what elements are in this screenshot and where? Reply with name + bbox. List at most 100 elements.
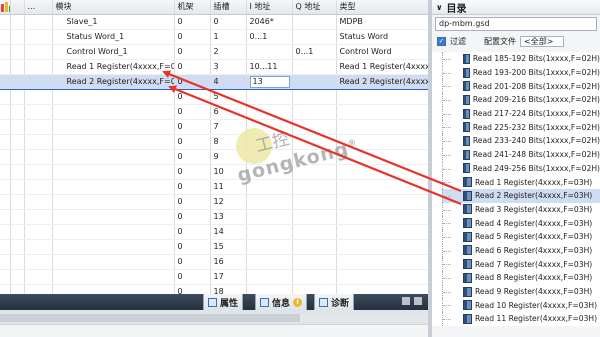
rack-cell[interactable]: 0 bbox=[174, 134, 211, 150]
rack-cell[interactable]: 0 bbox=[174, 29, 211, 45]
module-cell[interactable] bbox=[52, 89, 175, 105]
q-address-cell[interactable] bbox=[292, 224, 337, 240]
type-cell[interactable] bbox=[336, 194, 428, 210]
rack-cell[interactable]: 0 bbox=[174, 73, 211, 90]
type-cell[interactable] bbox=[336, 224, 428, 240]
catalog-list-item[interactable]: Read 11 Register(4xxxx,F=03H) bbox=[442, 312, 600, 326]
type-cell[interactable]: MDPB bbox=[336, 14, 428, 30]
slot-cell[interactable]: 0 bbox=[210, 14, 247, 30]
table-row[interactable]: Read 1 Register(4xxxx,F=03H)0310...11Rea… bbox=[0, 59, 428, 75]
i-address-cell[interactable] bbox=[246, 254, 293, 270]
catalog-list-item[interactable]: Read 9 Register(4xxxx,F=03H) bbox=[442, 284, 600, 299]
catalog-list-item[interactable]: Read 209-216 Bits(1xxxx,F=02H) bbox=[442, 93, 600, 107]
rack-cell[interactable]: 0 bbox=[174, 224, 211, 240]
slot-cell[interactable]: 3 bbox=[210, 59, 247, 75]
rack-cell[interactable]: 0 bbox=[174, 14, 211, 30]
module-cell[interactable] bbox=[52, 194, 175, 210]
table-row[interactable]: 08 bbox=[0, 134, 428, 150]
q-address-cell[interactable] bbox=[292, 119, 337, 135]
q-address-cell[interactable] bbox=[292, 284, 337, 294]
type-cell[interactable] bbox=[336, 239, 428, 255]
i-address-cell[interactable] bbox=[246, 104, 293, 120]
q-address-cell[interactable] bbox=[292, 209, 337, 225]
filter-checkbox[interactable]: ✓ bbox=[437, 37, 446, 46]
type-cell[interactable]: Status Word bbox=[336, 29, 428, 45]
collapse-chevron-icon[interactable]: ∨ bbox=[436, 3, 443, 12]
module-cell[interactable] bbox=[52, 119, 175, 135]
module-cell[interactable]: Read 2 Register(4xxxx,F=03H) bbox=[52, 73, 175, 90]
header-i-address[interactable]: I 地址 bbox=[246, 0, 293, 15]
tab-properties[interactable]: 属性 bbox=[203, 294, 244, 310]
slot-cell[interactable]: 12 bbox=[210, 194, 247, 210]
i-address-cell[interactable] bbox=[246, 239, 293, 255]
type-cell[interactable] bbox=[336, 104, 428, 120]
slot-cell[interactable]: 1 bbox=[210, 29, 247, 45]
slot-cell[interactable]: 5 bbox=[210, 89, 247, 105]
header-module[interactable]: 模块 bbox=[52, 0, 175, 15]
catalog-list-item[interactable]: Read 4 Register(4xxxx,F=03H) bbox=[442, 216, 600, 230]
catalog-list-item[interactable]: Read 2 Register(4xxxx,F=03H) bbox=[442, 188, 600, 203]
i-address-cell[interactable]: 13 bbox=[246, 73, 293, 90]
type-cell[interactable] bbox=[336, 119, 428, 135]
q-address-cell[interactable] bbox=[292, 59, 337, 75]
catalog-list-item[interactable]: Read 249-256 Bits(1xxxx,F=02H) bbox=[442, 161, 600, 176]
rack-cell[interactable]: 0 bbox=[174, 209, 211, 225]
slot-cell[interactable]: 2 bbox=[210, 44, 247, 60]
table-row[interactable]: 06 bbox=[0, 104, 428, 120]
module-cell[interactable]: Slave_1 bbox=[52, 14, 175, 30]
table-row[interactable]: 0 13 bbox=[0, 209, 428, 225]
rack-cell[interactable]: 0 bbox=[174, 44, 211, 60]
module-cell[interactable] bbox=[52, 104, 175, 120]
slot-cell[interactable]: 17 bbox=[210, 269, 247, 285]
i-address-edit-field[interactable]: 13 bbox=[249, 75, 290, 88]
table-row[interactable]: 0 16 bbox=[0, 254, 428, 270]
type-cell[interactable] bbox=[336, 164, 428, 180]
catalog-list-item[interactable]: Read 193-200 Bits(1xxxx,F=02H) bbox=[442, 65, 600, 80]
module-cell[interactable] bbox=[52, 254, 175, 270]
module-cell[interactable]: Read 1 Register(4xxxx,F=03H) bbox=[52, 59, 175, 75]
rack-cell[interactable]: 0 bbox=[174, 119, 211, 135]
catalog-list-item[interactable]: Read 233-240 Bits(1xxxx,F=02H) bbox=[442, 134, 600, 148]
catalog-list-item[interactable]: Read 5 Register(4xxxx,F=03H) bbox=[442, 229, 600, 244]
slot-cell[interactable]: 18 bbox=[210, 284, 247, 294]
table-row[interactable]: 07 bbox=[0, 119, 428, 135]
table-row[interactable]: 0 12 bbox=[0, 194, 428, 210]
module-cell[interactable] bbox=[52, 209, 175, 225]
rack-cell[interactable]: 0 bbox=[174, 59, 211, 75]
i-address-cell[interactable] bbox=[246, 194, 293, 210]
slot-cell[interactable]: 16 bbox=[210, 254, 247, 270]
q-address-cell[interactable] bbox=[292, 104, 337, 120]
module-cell[interactable]: Control Word_1 bbox=[52, 44, 175, 60]
catalog-list-item[interactable]: Read 10 Register(4xxxx,F=03H) bbox=[442, 298, 600, 313]
table-row[interactable]: 09 bbox=[0, 149, 428, 165]
catalog-list-item[interactable]: Read 225-232 Bits(1xxxx,F=02H) bbox=[442, 120, 600, 135]
slot-cell[interactable]: 6 bbox=[210, 104, 247, 120]
type-cell[interactable] bbox=[336, 269, 428, 285]
header-type[interactable]: 类型 bbox=[336, 0, 428, 15]
type-cell[interactable] bbox=[336, 179, 428, 195]
catalog-list-item[interactable]: Read 241-248 Bits(1xxxx,F=02H) bbox=[442, 147, 600, 162]
i-address-cell[interactable] bbox=[246, 89, 293, 105]
rack-cell[interactable]: 0 bbox=[174, 194, 211, 210]
module-cell[interactable] bbox=[52, 239, 175, 255]
module-cell[interactable]: Status Word_1 bbox=[52, 29, 175, 45]
header-q-address[interactable]: Q 地址 bbox=[292, 0, 337, 15]
catalog-list-item[interactable]: Read 217-224 Bits(1xxxx,F=02H) bbox=[442, 106, 600, 121]
q-address-cell[interactable] bbox=[292, 269, 337, 285]
rack-cell[interactable]: 0 bbox=[174, 164, 211, 180]
type-cell[interactable]: Read 2 Register(4xxxx,F=03H) bbox=[336, 73, 428, 90]
i-address-cell[interactable]: 2046* bbox=[246, 14, 293, 30]
type-cell[interactable] bbox=[336, 254, 428, 270]
module-cell[interactable] bbox=[52, 224, 175, 240]
rack-cell[interactable]: 0 bbox=[174, 89, 211, 105]
catalog-list-item[interactable]: Read 6 Register(4xxxx,F=03H) bbox=[442, 243, 600, 258]
slot-cell[interactable]: 4 bbox=[210, 73, 247, 90]
table-row[interactable]: Control Word_1 0 2 0...1 Control Word bbox=[0, 44, 428, 60]
catalog-list-item[interactable]: Read 1 Register(4xxxx,F=03H) bbox=[442, 175, 600, 189]
module-cell[interactable] bbox=[52, 269, 175, 285]
tab-diagnostics[interactable]: 诊断 bbox=[314, 294, 355, 310]
i-address-cell[interactable] bbox=[246, 44, 293, 60]
type-cell[interactable]: Control Word bbox=[336, 44, 428, 60]
i-address-cell[interactable] bbox=[246, 269, 293, 285]
catalog-list-item[interactable]: Read 201-208 Bits(1xxxx,F=02H) bbox=[442, 79, 600, 94]
